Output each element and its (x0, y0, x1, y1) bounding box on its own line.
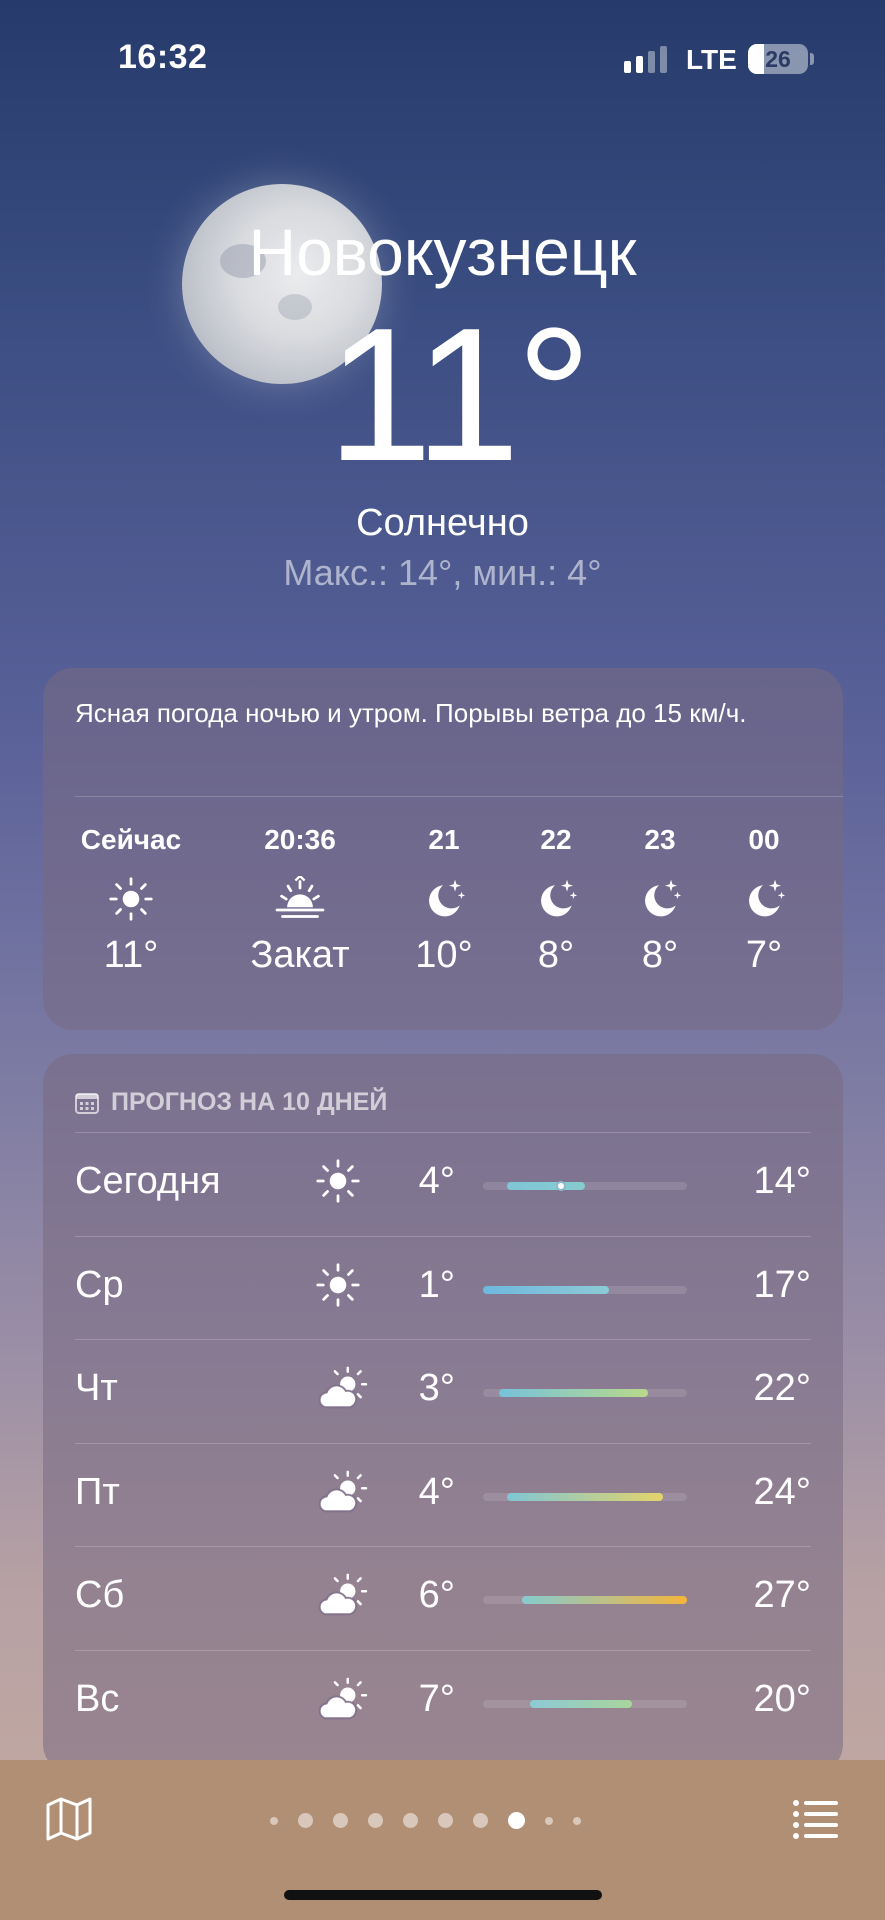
moon-stars-icon (694, 864, 834, 934)
divider (75, 1649, 811, 1651)
day-name: Сб (75, 1574, 125, 1616)
hour-temperature: Закат (250, 934, 350, 976)
high-low-temperature: Макс.: 14°, мин.: 4° (283, 552, 602, 593)
hourly-item: 20:36 Закат (230, 824, 370, 984)
day-high-temp: 27° (753, 1574, 811, 1616)
divider (75, 1235, 811, 1237)
day-low-temp: 3° (418, 1367, 455, 1409)
daily-forecast-header: ПРОГНОЗ НА 10 ДНЕЙ (75, 1088, 387, 1117)
battery-cap (810, 53, 814, 65)
hourly-item: Сейчас 11° (61, 824, 201, 984)
hour-temperature: 7° (745, 934, 783, 976)
hour-label: 00 (748, 824, 780, 855)
hourly-forecast-card[interactable]: Ясная погода ночью и утром. Порывы ветра… (43, 668, 843, 1030)
divider (75, 1546, 811, 1547)
temperature-range-fill (506, 1492, 664, 1501)
day-high-temp: 17° (753, 1263, 811, 1306)
battery-level: 26 (765, 46, 791, 72)
daily-row[interactable]: Пт 4° 24° (75, 1442, 811, 1546)
page-dot[interactable] (573, 1816, 581, 1825)
day-name: Вс (75, 1677, 120, 1720)
status-bar: 16:32 LTE 26 (0, 0, 885, 120)
daily-row[interactable]: Ср 1° 17° (75, 1235, 811, 1339)
hourly-item: 00 7° (694, 824, 834, 984)
day-low-temp: 4° (418, 1470, 455, 1513)
page-dot[interactable] (368, 1813, 383, 1828)
day-name: Чт (75, 1367, 118, 1409)
divider (75, 796, 843, 797)
city-name: Новокузнецк (248, 215, 637, 289)
page-dot[interactable] (333, 1813, 348, 1828)
day-high-temp: 20° (753, 1677, 811, 1720)
daily-row[interactable]: Сб 6° 27° (75, 1546, 811, 1649)
forecast-summary: Ясная погода ночью и утром. Порывы ветра… (75, 698, 747, 728)
temperature-range-bar (483, 1285, 687, 1294)
network-type: LTE (686, 44, 737, 75)
sun-icon (61, 864, 201, 934)
daily-forecast-card[interactable]: ПРОГНОЗ НА 10 ДНЕЙ Сегодня 4° 14° Ср 1° 17° Чт… (43, 1054, 843, 1774)
sunset-icon (230, 864, 370, 934)
day-high-temp: 14° (753, 1160, 811, 1202)
status-time: 16:32 (118, 38, 208, 76)
weather-condition: Солнечно (356, 502, 529, 544)
page-dot[interactable] (545, 1816, 553, 1825)
day-low-temp: 6° (418, 1574, 455, 1616)
temperature-range-bar (483, 1699, 687, 1708)
page-dot[interactable] (298, 1813, 313, 1828)
page-dot[interactable] (508, 1812, 525, 1829)
temperature-range-fill (506, 1182, 585, 1190)
current-temperature: 11° (326, 289, 592, 501)
partly-cloudy-icon (315, 1572, 369, 1626)
partly-cloudy-icon (315, 1365, 369, 1419)
temperature-range-fill (522, 1596, 687, 1604)
cellular-signal-icon (624, 46, 667, 73)
daily-row[interactable]: Сегодня 4° 14° (75, 1132, 811, 1235)
daily-row[interactable]: Чт 3° 22° (75, 1339, 811, 1442)
day-name: Сегодня (75, 1160, 221, 1202)
page-dot[interactable] (438, 1813, 453, 1828)
map-icon[interactable] (44, 1794, 94, 1844)
sun-icon (315, 1262, 369, 1316)
day-low-temp: 4° (418, 1160, 455, 1202)
page-dot[interactable] (403, 1813, 418, 1828)
day-low-temp: 7° (418, 1677, 455, 1720)
temperature-range-fill (483, 1285, 609, 1294)
battery-icon: 26 (748, 44, 808, 74)
temperature-range-bar (483, 1596, 687, 1604)
temperature-range-bar (483, 1389, 687, 1397)
page-dot[interactable] (473, 1813, 488, 1828)
divider (75, 1339, 811, 1340)
page-indicator[interactable] (270, 1812, 581, 1829)
partly-cloudy-icon (315, 1469, 369, 1523)
temperature-range-fill (530, 1699, 633, 1708)
day-high-temp: 24° (753, 1470, 811, 1513)
temperature-range-bar (483, 1181, 687, 1191)
list-icon[interactable] (792, 1796, 838, 1842)
calendar-icon (75, 1092, 99, 1114)
page-dot[interactable] (270, 1816, 278, 1825)
daily-forecast-title: ПРОГНОЗ НА 10 ДНЕЙ (111, 1088, 388, 1116)
divider (75, 1132, 811, 1133)
home-indicator[interactable] (284, 1890, 602, 1900)
hour-label: 20:36 (264, 824, 336, 855)
day-name: Ср (75, 1263, 124, 1306)
day-high-temp: 22° (753, 1367, 811, 1409)
temperature-range-fill (498, 1389, 648, 1397)
sun-icon (315, 1158, 369, 1212)
hour-temperature: 11° (103, 934, 159, 976)
divider (75, 1442, 811, 1444)
daily-row[interactable]: Вс 7° 20° (75, 1649, 811, 1753)
day-low-temp: 1° (418, 1263, 455, 1306)
hour-label: Сейчас (80, 824, 182, 855)
temperature-range-bar (483, 1492, 687, 1501)
day-name: Пт (75, 1470, 120, 1513)
partly-cloudy-icon (315, 1676, 369, 1730)
